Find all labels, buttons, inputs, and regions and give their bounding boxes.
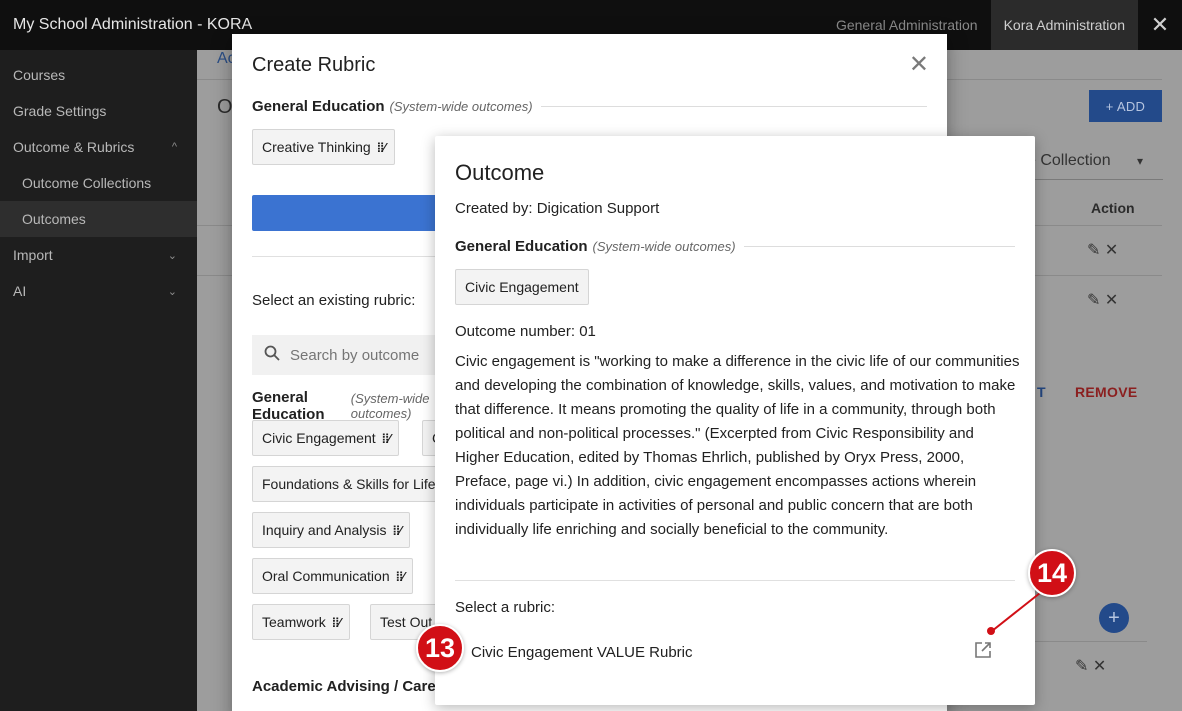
outcome-chip-oral-communication[interactable]: Oral Communication ⁞⁞⁄ — [252, 558, 414, 594]
chip-label: Foundations & Skills for Life — [262, 476, 436, 492]
add-fab-button[interactable]: + — [1099, 603, 1129, 633]
section-rule — [540, 106, 927, 107]
outcome-chip-inquiry-analysis[interactable]: Inquiry and Analysis ⁞⁞⁄ — [252, 512, 411, 548]
sidebar-item-outcomes[interactable]: Outcomes — [0, 201, 197, 237]
popover-title: Outcome — [455, 160, 545, 185]
row-actions-icons[interactable]: ✎ ✕ — [1087, 240, 1118, 260]
section-name: General Education — [252, 389, 325, 423]
sidebar-item-import[interactable]: Import ⌄ — [0, 237, 197, 273]
divider — [455, 580, 1015, 581]
outcome-chip-creative-thinking[interactable]: Creative Thinking ⁞⁞⁄ — [252, 129, 395, 165]
outcome-description: Civic engagement is "working to make a d… — [455, 353, 1020, 538]
row-actions-icons[interactable]: ✎ ✕ — [1075, 656, 1106, 676]
dialog-title: Create Rubric — [252, 54, 376, 76]
close-icon[interactable]: ✕ — [909, 50, 929, 79]
row-actions-icons[interactable]: ✎ ✕ — [1087, 290, 1118, 310]
chevron-down-icon: ⌄ — [167, 285, 177, 298]
outcome-chip-foundations-skills[interactable]: Foundations & Skills for Life — [252, 466, 442, 502]
sidebar-item-outcome-collections[interactable]: Outcome Collections — [0, 165, 197, 201]
step-marker-13: 13 — [416, 624, 464, 672]
sidebar-item-label: Outcome & Rubrics — [13, 139, 135, 155]
section-name: General Education — [252, 98, 385, 115]
select-existing-rubric-label: Select an existing rubric: — [252, 292, 416, 309]
sidebar-item-label: Outcomes — [22, 211, 86, 227]
search-field[interactable] — [252, 335, 442, 375]
step-marker-14: 14 — [1028, 549, 1076, 597]
app-title: My School Administration - KORA — [13, 16, 253, 33]
collection-select[interactable]: e Collection ▾ — [1017, 142, 1163, 180]
outcome-chip-teamwork[interactable]: Teamwork ⁞⁞⁄ — [252, 604, 350, 640]
rubric-icon: ⁞⁞⁄ — [331, 614, 341, 630]
outcome-number: Outcome number: 01 — [455, 323, 596, 340]
search-input[interactable] — [290, 346, 440, 364]
sidebar-item-grade-settings[interactable]: Grade Settings — [0, 93, 197, 129]
select-rubric-label: Select a rubric: — [455, 599, 556, 616]
rubric-icon: ⁞⁞⁄ — [381, 430, 391, 446]
action-column-header: Action — [1091, 200, 1135, 216]
sidebar-item-label: Outcome Collections — [22, 175, 152, 191]
nav-kora-administration[interactable]: Kora Administration — [990, 0, 1138, 50]
sidebar: Courses Grade Settings Outcome & Rubrics… — [0, 50, 197, 711]
rubric-option-civic-engagement-value[interactable]: Civic Engagement VALUE Rubric — [471, 644, 692, 661]
section-header: General Education (System-wide outcomes) — [252, 98, 927, 115]
section-name: Academic Advising / Career — [252, 678, 450, 695]
created-by: Created by: Digication Support — [455, 200, 660, 217]
sidebar-item-label: AI — [13, 283, 27, 299]
section-scope: (System-wide outcomes) — [389, 99, 533, 114]
sidebar-item-label: Import — [13, 247, 53, 263]
chip-label: Oral Communication — [262, 568, 390, 584]
rubric-icon: ⁞⁞⁄ — [376, 139, 386, 155]
chevron-down-icon: ⌄ — [167, 249, 177, 262]
sidebar-item-label: Grade Settings — [13, 103, 107, 119]
outcome-popover: Outcome Created by: Digication Support G… — [435, 136, 1035, 705]
chip-label: Civic Engagement — [262, 430, 376, 446]
sidebar-item-label: Courses — [13, 67, 66, 83]
chip-label: Test Out — [380, 614, 433, 630]
chip-label: Inquiry and Analysis — [262, 522, 387, 538]
chip-label: Civic Engagement — [465, 279, 579, 295]
chip-label: Creative Thinking — [262, 139, 371, 155]
collection-select-value: e Collection — [1027, 151, 1111, 169]
section-rule — [743, 246, 1015, 247]
divider — [252, 256, 442, 257]
chip-label: Teamwork — [262, 614, 326, 630]
outcome-chip-civic-engagement[interactable]: Civic Engagement ⁞⁞⁄ — [252, 420, 400, 456]
rubric-icon: ⁞⁞⁄ — [395, 568, 405, 584]
section-header: Academic Advising / Career — [252, 678, 452, 695]
close-icon[interactable]: ✕ — [1138, 0, 1182, 50]
page-title: O — [217, 96, 233, 118]
section-header: General Education (System-wide outcomes) — [455, 238, 1015, 255]
sidebar-item-outcome-rubrics[interactable]: Outcome & Rubrics ^ — [0, 129, 197, 165]
section-header: General Education (System-wide outcomes) — [252, 389, 452, 423]
chevron-up-icon: ^ — [171, 141, 177, 153]
section-scope: (System-wide outcomes) — [592, 239, 736, 254]
open-in-new-icon[interactable] — [974, 641, 994, 661]
search-icon — [264, 345, 280, 366]
remove-button[interactable]: REMOVE — [1075, 384, 1137, 400]
sidebar-item-courses[interactable]: Courses — [0, 57, 197, 93]
sidebar-item-ai[interactable]: AI ⌄ — [0, 273, 197, 309]
outcome-chip-civic-engagement: Civic Engagement — [455, 269, 589, 305]
add-button[interactable]: + ADD — [1089, 90, 1162, 122]
caret-down-icon: ▾ — [1136, 153, 1143, 168]
edit-button-fragment[interactable]: T — [1037, 384, 1046, 400]
rubric-icon: ⁞⁞⁄ — [392, 522, 402, 538]
section-name: General Education — [455, 238, 588, 255]
create-new-rubric-button[interactable] — [252, 195, 442, 231]
